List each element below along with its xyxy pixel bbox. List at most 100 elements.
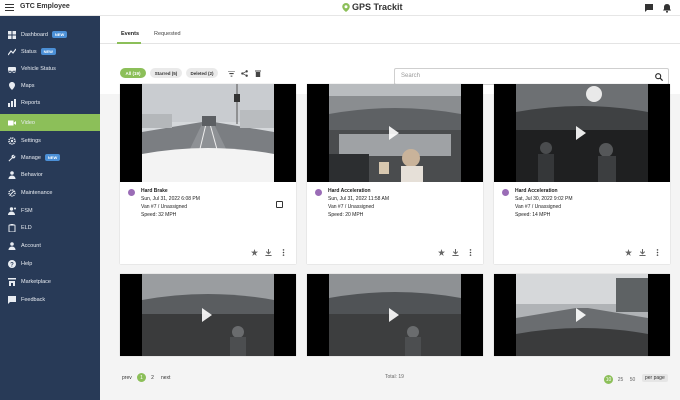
person-badge-icon xyxy=(8,206,16,215)
hard-acceleration-icon xyxy=(502,189,509,196)
filter-icon[interactable] xyxy=(228,71,235,77)
tab-events[interactable]: Events xyxy=(121,31,139,37)
select-checkbox[interactable] xyxy=(276,201,283,208)
star-icon[interactable] xyxy=(625,249,632,256)
prev-link[interactable]: prev xyxy=(122,375,132,381)
sidebar-item-eld[interactable]: ELD xyxy=(0,219,100,236)
more-icon[interactable] xyxy=(654,249,661,256)
event-card[interactable]: Hard Acceleration Sat, Jul 30, 2022 9:02… xyxy=(494,84,670,264)
tab-bar: Events Requested xyxy=(100,16,680,44)
sidebar-item-dashboard[interactable]: Dashboard NEW xyxy=(0,26,100,43)
per-page-label: per page xyxy=(642,374,668,382)
play-icon[interactable] xyxy=(576,126,586,140)
page-size-25[interactable]: 25 xyxy=(616,375,625,384)
sidebar-item-behavior[interactable]: Behavior xyxy=(0,166,100,183)
sidebar-item-label: Status xyxy=(21,48,37,55)
hard-brake-icon xyxy=(128,189,135,196)
tab-requested[interactable]: Requested xyxy=(154,31,181,37)
sidebar-item-marketplace[interactable]: Marketplace xyxy=(0,273,100,290)
video-thumbnail[interactable] xyxy=(494,84,670,182)
logo-text: GPS Trackit xyxy=(352,2,403,12)
event-card[interactable]: Hard Acceleration Sun, Jul 31, 2022 11:5… xyxy=(307,84,483,264)
event-date: Sun, Jul 31, 2022 11:58 AM xyxy=(328,196,390,202)
next-link[interactable]: next xyxy=(161,375,170,381)
search-input[interactable]: Search xyxy=(394,68,669,85)
account-icon xyxy=(8,241,16,250)
event-date: Sun, Jul 31, 2022 6:08 PM xyxy=(141,196,200,202)
sidebar-item-help[interactable]: ? Help xyxy=(0,255,100,272)
event-title: Hard Brake xyxy=(141,188,168,194)
sidebar-item-status[interactable]: Status NEW xyxy=(0,43,100,60)
main-content: Events Requested All (19) Starred (5) De… xyxy=(100,16,680,400)
video-thumbnail[interactable] xyxy=(307,274,483,356)
sidebar-item-label: Manage xyxy=(21,154,41,161)
star-icon[interactable] xyxy=(251,249,258,256)
sidebar-item-fsm[interactable]: FSM xyxy=(0,202,100,219)
new-badge: NEW xyxy=(40,48,56,55)
trash-icon[interactable] xyxy=(255,70,261,77)
download-icon[interactable] xyxy=(452,249,459,256)
sidebar-item-vehicle-status[interactable]: Vehicle Status xyxy=(0,60,100,77)
play-icon[interactable] xyxy=(389,308,399,322)
trend-icon xyxy=(8,48,16,55)
play-icon[interactable] xyxy=(389,126,399,140)
download-icon[interactable] xyxy=(639,249,646,256)
filter-deleted[interactable]: Deleted (2) xyxy=(186,68,218,78)
sidebar-item-label: Maintenance xyxy=(21,189,53,196)
help-icon: ? xyxy=(8,259,16,268)
sidebar-item-label: Reports xyxy=(21,99,41,106)
event-card[interactable]: Hard Brake Sun, Jul 31, 2022 6:08 PM Van… xyxy=(120,84,296,264)
new-badge: NEW xyxy=(44,154,61,161)
sidebar-item-feedback[interactable]: Feedback xyxy=(0,291,100,308)
share-icon[interactable] xyxy=(241,70,248,77)
more-icon[interactable] xyxy=(467,249,474,256)
video-thumbnail[interactable] xyxy=(494,274,670,356)
video-thumbnail[interactable] xyxy=(120,274,296,356)
page-size-10[interactable]: 10 xyxy=(604,375,613,384)
logo-pin-icon xyxy=(342,2,350,12)
sidebar-item-label: FSM xyxy=(21,207,33,214)
top-bar: GTC Employee GPS Trackit xyxy=(0,0,680,16)
play-icon[interactable] xyxy=(576,308,586,322)
filter-all[interactable]: All (19) xyxy=(120,68,146,78)
event-vehicle: Van #7 / Unassigned xyxy=(141,204,188,210)
search-icon[interactable] xyxy=(655,73,663,81)
event-card[interactable] xyxy=(120,274,296,356)
menu-icon[interactable] xyxy=(5,4,14,11)
sidebar: Dashboard NEW Status NEW Vehicle Status … xyxy=(0,16,100,400)
sidebar-item-manage[interactable]: Manage NEW xyxy=(0,149,100,166)
more-icon[interactable] xyxy=(280,249,287,256)
page-2[interactable]: 2 xyxy=(148,373,157,382)
event-title: Hard Acceleration xyxy=(515,188,558,194)
sidebar-item-settings[interactable]: Settings xyxy=(0,132,100,149)
gear-icon xyxy=(8,136,16,145)
event-vehicle: Van #7 / Unassigned xyxy=(515,204,562,210)
new-badge: NEW xyxy=(51,31,68,38)
video-thumbnail[interactable] xyxy=(120,84,296,182)
app-logo: GPS Trackit xyxy=(342,2,403,12)
page-size-50[interactable]: 50 xyxy=(628,375,637,384)
chat-icon[interactable] xyxy=(644,3,654,13)
sidebar-item-label: Video xyxy=(21,119,35,126)
report-icon xyxy=(8,98,16,107)
video-thumbnail[interactable] xyxy=(307,84,483,182)
star-icon[interactable] xyxy=(438,249,445,256)
sidebar-item-reports[interactable]: Reports xyxy=(0,94,100,111)
event-card[interactable] xyxy=(307,274,483,356)
sidebar-item-label: Feedback xyxy=(21,296,46,303)
bell-icon[interactable] xyxy=(662,3,672,13)
filter-starred[interactable]: Starred (5) xyxy=(150,68,182,78)
page-1[interactable]: 1 xyxy=(137,373,146,382)
sidebar-item-account[interactable]: Account xyxy=(0,237,100,254)
sidebar-item-maps[interactable]: Maps xyxy=(0,77,100,94)
gear-wrench-icon xyxy=(8,188,16,197)
event-date: Sat, Jul 30, 2022 9:02 PM xyxy=(515,196,573,202)
hard-acceleration-icon xyxy=(315,189,322,196)
sidebar-item-label: Account xyxy=(21,242,41,249)
clipboard-icon xyxy=(8,223,16,232)
sidebar-item-video[interactable]: Video xyxy=(0,114,100,131)
play-icon[interactable] xyxy=(202,308,212,322)
download-icon[interactable] xyxy=(265,249,272,256)
sidebar-item-maintenance[interactable]: Maintenance xyxy=(0,184,100,201)
event-card[interactable] xyxy=(494,274,670,356)
